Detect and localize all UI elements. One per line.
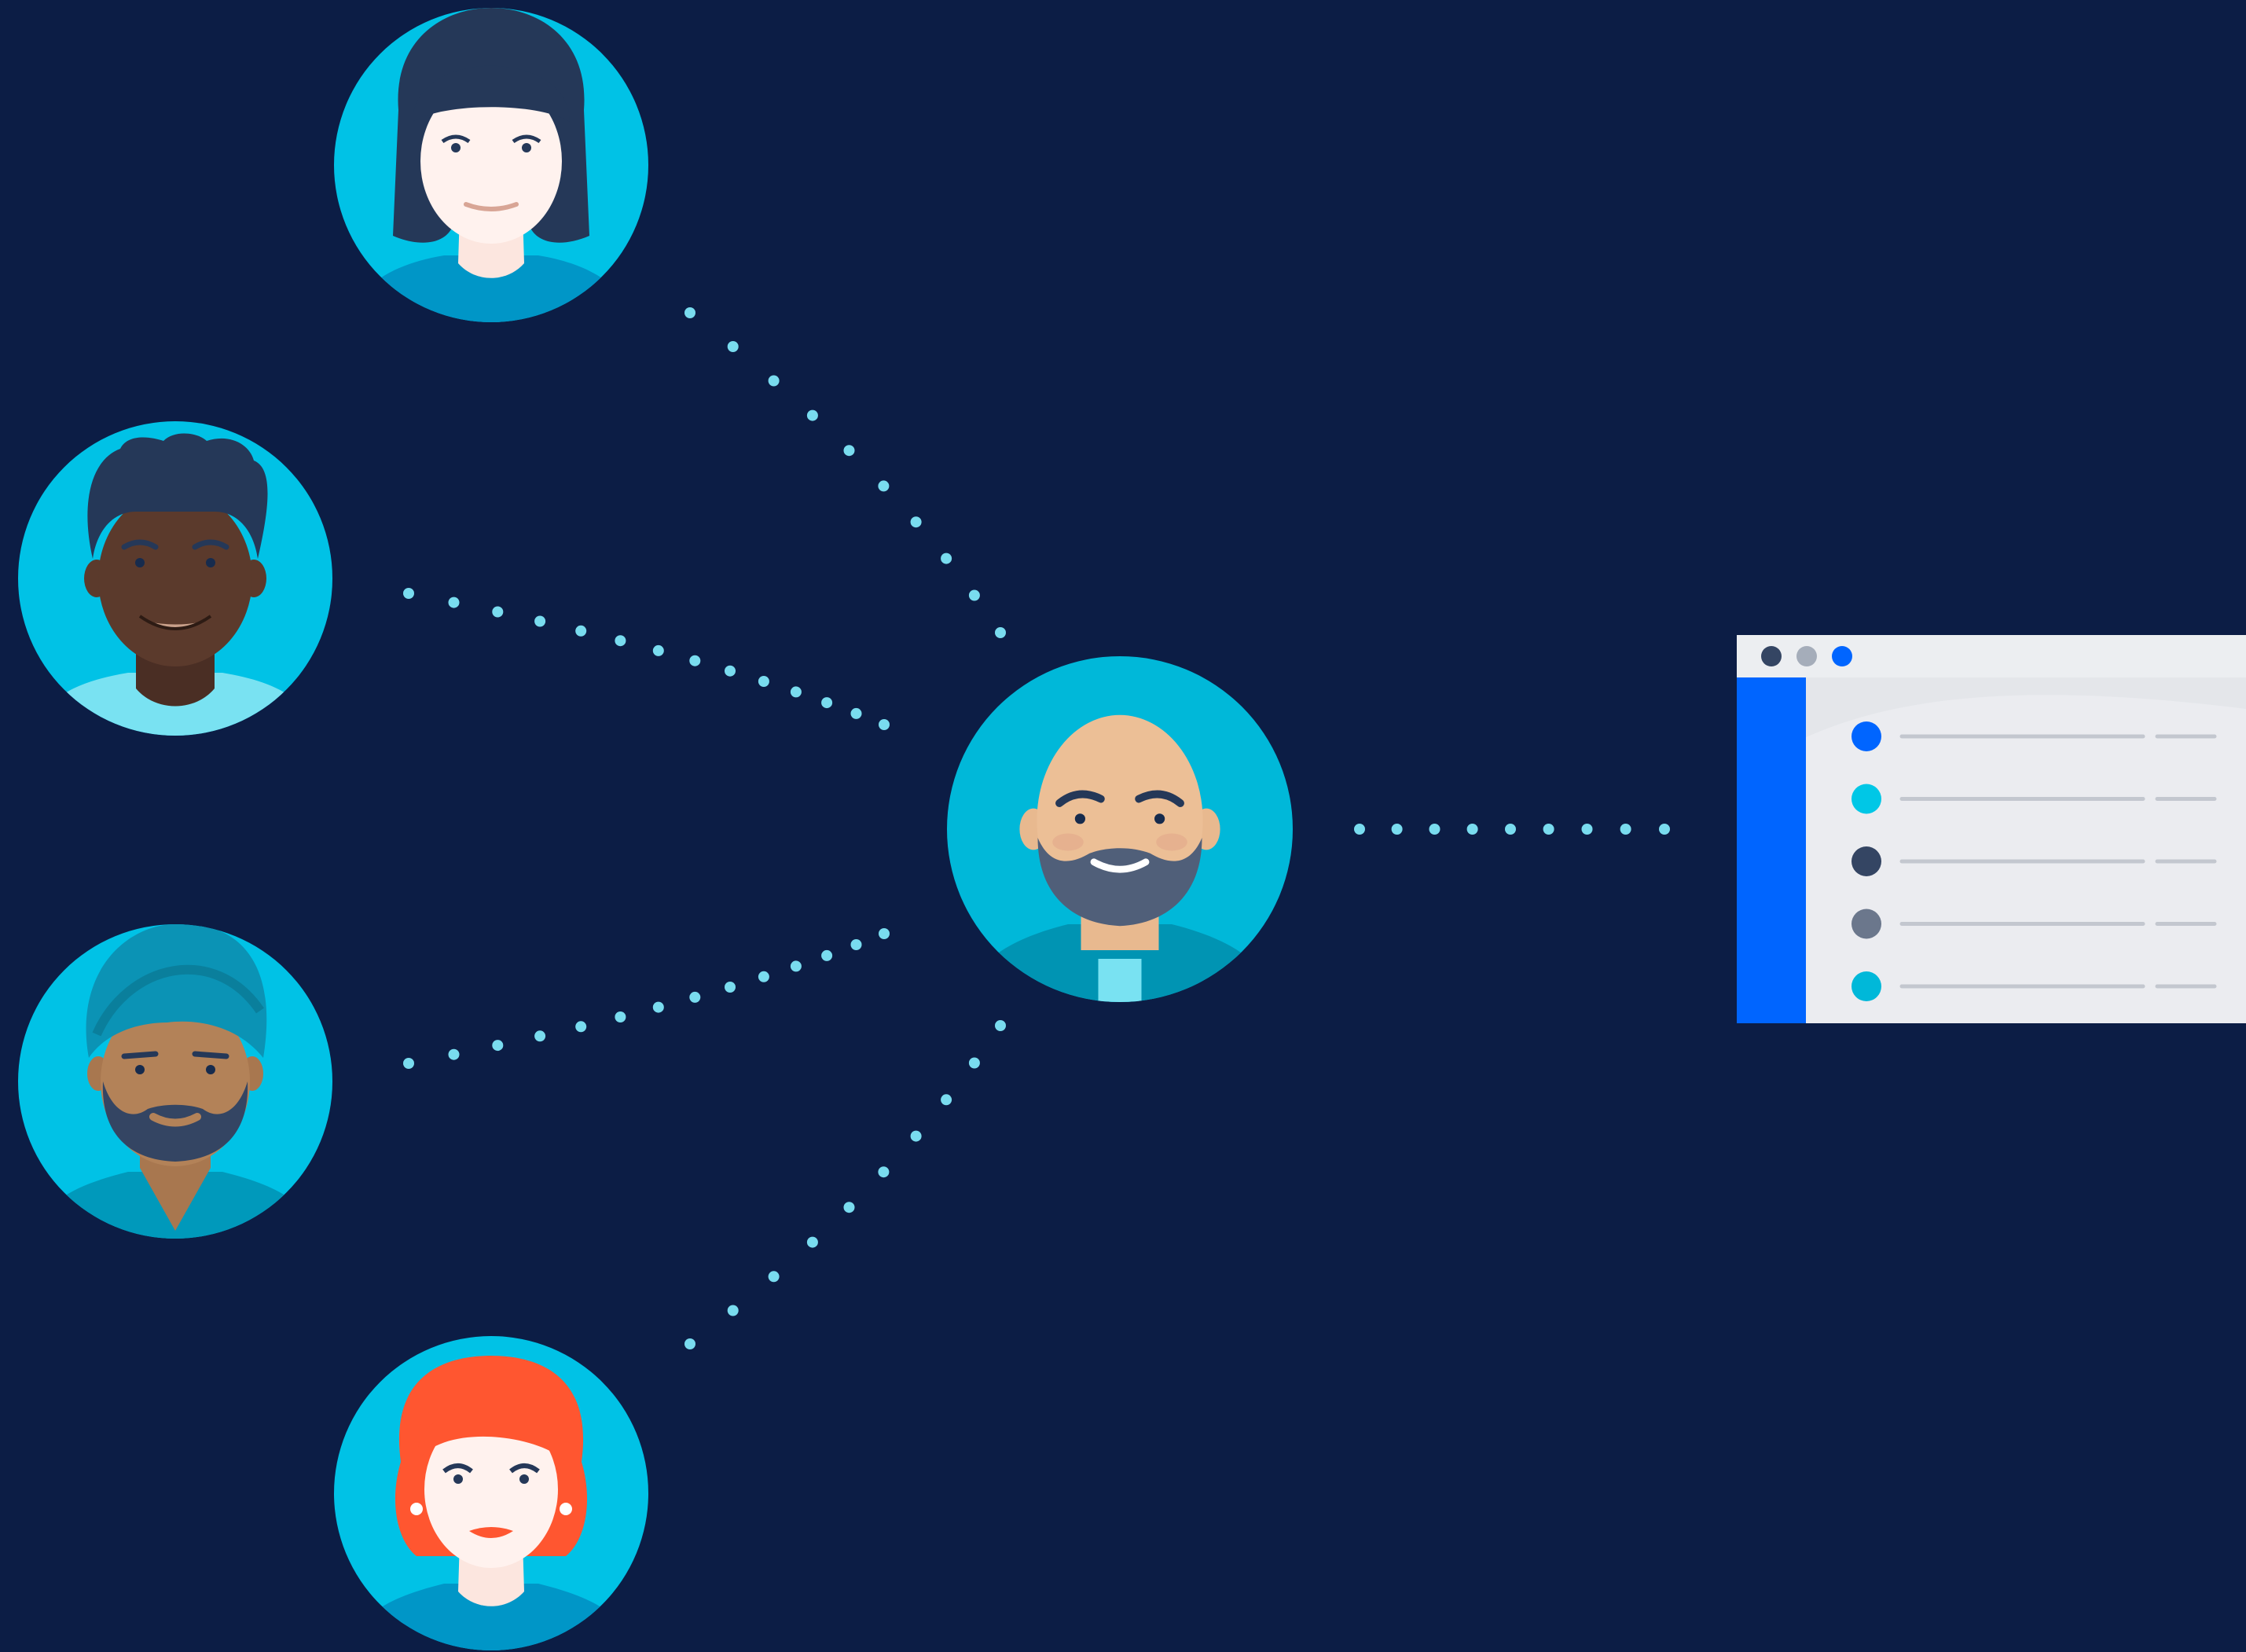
connector-dot (850, 939, 862, 950)
connector-dot (684, 307, 695, 318)
connector-dot (1620, 824, 1631, 835)
connector-dot (843, 445, 855, 457)
connector-dot (1581, 824, 1593, 835)
connector-dot (725, 982, 736, 993)
connector-dot (995, 627, 1006, 638)
connector-dot (910, 1130, 922, 1142)
connector-dot (1429, 824, 1440, 835)
connector-dot (879, 719, 890, 730)
window-sidebar (1737, 677, 1806, 1023)
connector-to-window (1354, 824, 1670, 835)
connector-dot (1354, 824, 1365, 835)
connector-dot (448, 1048, 460, 1060)
connector-dot (615, 1011, 626, 1022)
bald-bearded-man-avatar-icon (947, 656, 1293, 1002)
connector-dot (768, 1271, 780, 1283)
connector-dot (758, 676, 769, 687)
titlebar-dot (1832, 646, 1852, 666)
connector-dot (806, 409, 818, 421)
connector-upper (403, 588, 890, 730)
titlebar-dot (1761, 646, 1782, 666)
woman-dark-hair-avatar-icon (334, 8, 648, 322)
woman-red-hair-avatar-icon (334, 1336, 648, 1650)
list-item-dot (1851, 971, 1881, 1001)
list-item-dot (1851, 846, 1881, 876)
connector-dot (806, 1236, 818, 1248)
connector-dot (652, 644, 664, 656)
connector-dot (652, 1001, 664, 1013)
connector-dot (492, 606, 504, 618)
titlebar-dot (1796, 646, 1817, 666)
connector-dot (1543, 824, 1554, 835)
connector-dot (790, 960, 802, 972)
connector-dot (684, 1338, 695, 1349)
connector-dot (1659, 824, 1670, 835)
connector-dot (878, 1166, 890, 1178)
connector-dot (689, 991, 701, 1003)
connector-dot (727, 1305, 739, 1316)
connector-lower (403, 928, 890, 1069)
app-window-icon (1737, 635, 2246, 1023)
connector-dot (534, 615, 546, 627)
list-item-dot (1851, 909, 1881, 939)
connector-dot (689, 655, 701, 666)
connector-top (684, 307, 1006, 638)
connector-dot (403, 588, 414, 599)
connector-dot (1466, 824, 1478, 835)
connector-dot (758, 971, 769, 982)
list-item-dot (1851, 784, 1881, 814)
connector-dot (1505, 824, 1516, 835)
window-titlebar-dots (1761, 646, 1852, 666)
connector-bottom (684, 1020, 1006, 1349)
connector-dot (615, 635, 626, 647)
connector-dot (941, 1094, 952, 1106)
connector-dot (879, 928, 890, 939)
connector-dot (727, 341, 739, 352)
connector-dot (968, 589, 980, 601)
connector-dot (448, 597, 460, 608)
connector-dot (403, 1058, 414, 1069)
connector-dot (575, 1021, 587, 1033)
man-turban-beard-avatar-icon (18, 924, 332, 1239)
connector-dot (995, 1020, 1006, 1031)
connector-dot (821, 949, 833, 961)
connector-dot (492, 1040, 504, 1052)
connector-dot (534, 1030, 546, 1042)
connector-dot (910, 516, 922, 528)
connector-dot (878, 480, 890, 492)
man-curly-hair-avatar-icon (18, 421, 332, 736)
connector-dot (725, 665, 736, 677)
connector-dot (575, 625, 587, 637)
connector-dot (768, 375, 780, 387)
diagram-canvas (18, 8, 2246, 1650)
diagram (0, 0, 2246, 1652)
connector-dot (1391, 824, 1403, 835)
connector-dot (968, 1057, 980, 1069)
connector-dot (790, 686, 802, 698)
list-item-dot (1851, 721, 1881, 751)
connector-dot (843, 1202, 855, 1213)
connector-dot (821, 697, 833, 709)
connector-dot (941, 553, 952, 564)
connector-dot (850, 707, 862, 719)
